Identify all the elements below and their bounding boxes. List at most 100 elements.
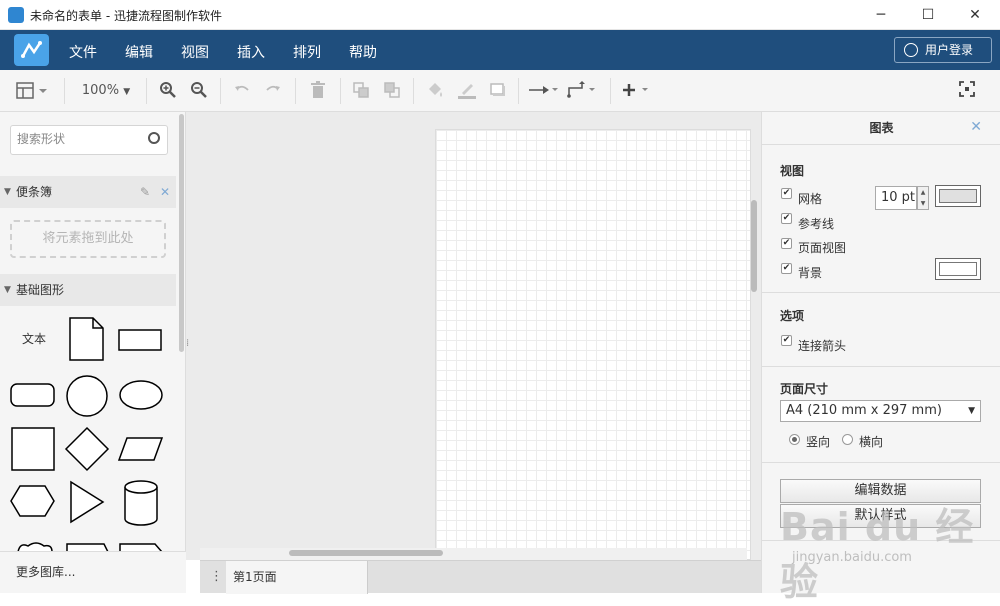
tab-page-1[interactable]: 第1页面 [226, 561, 368, 594]
background-checkbox[interactable]: ✔ [781, 263, 792, 274]
to-back-icon[interactable] [382, 81, 402, 101]
panel-divider [762, 292, 1000, 293]
shape-rectangle[interactable] [117, 328, 165, 352]
fill-color-icon[interactable] [425, 81, 445, 101]
panel-divider [762, 144, 1000, 145]
shapes-panel-scrollbar[interactable] [179, 114, 184, 352]
page-size-select[interactable]: A4 (210 mm x 297 mm) ▼ [780, 400, 981, 422]
shape-square[interactable] [9, 426, 57, 472]
connection-arrows-checkbox[interactable]: ✔ [781, 335, 792, 346]
close-icon[interactable]: ✕ [970, 119, 982, 135]
logo-icon [21, 41, 42, 58]
menu-bar: 文件 编辑 视图 插入 排列 帮助 用户登录 [0, 30, 1000, 70]
search-icon[interactable] [148, 132, 160, 144]
basic-shapes-header[interactable]: ▼ 基础图形 [0, 274, 176, 306]
window-title: 未命名的表单 - 迅捷流程图制作软件 [30, 9, 222, 23]
shapes-panel: ▼ 便条簿 ✎ ✕ 将元素拖到此处 ▼ 基础图形 文本 更多图库... [0, 112, 186, 593]
page-tabs-bar: ⋮ 第1页面 [200, 560, 761, 594]
canvas-horizontal-scrollbar[interactable] [289, 550, 443, 556]
undo-icon[interactable] [232, 81, 252, 101]
canvas-vertical-scrollbar[interactable] [751, 200, 757, 292]
guides-checkbox[interactable]: ✔ [781, 213, 792, 224]
menu-edit[interactable]: 编辑 [125, 42, 153, 62]
shape-circle[interactable] [64, 373, 110, 419]
caret-down-icon: ▼ [4, 187, 11, 197]
page-view-label: 页面视图 [798, 241, 847, 255]
user-login-button[interactable]: 用户登录 [894, 37, 992, 63]
panel-splitter-handle[interactable]: ⁞ [186, 338, 194, 358]
grid-checkbox[interactable]: ✔ [781, 188, 792, 199]
line-color-icon[interactable] [456, 81, 478, 101]
view-section-label: 视图 [780, 164, 805, 178]
caret-down-icon: ▼ [4, 285, 11, 295]
zoom-value: 100% [81, 83, 120, 98]
menu-file[interactable]: 文件 [69, 42, 97, 62]
landscape-radio[interactable] [842, 434, 853, 445]
shadow-icon[interactable] [488, 81, 508, 101]
panel-divider [762, 462, 1000, 463]
maximize-button[interactable]: ☐ [905, 0, 951, 30]
shape-search[interactable] [10, 125, 168, 155]
waypoint-icon[interactable] [567, 81, 599, 101]
pencil-icon[interactable]: ✎ [140, 176, 150, 208]
toolbar-divider [220, 78, 221, 104]
app-logo[interactable] [14, 34, 49, 66]
format-panel-title: 图表 [869, 121, 894, 135]
toolbar-divider [295, 78, 296, 104]
shape-cylinder[interactable] [122, 479, 160, 527]
diagram-page[interactable] [435, 129, 751, 560]
insert-icon[interactable] [620, 81, 654, 101]
page-size-section-label: 页面尺寸 [780, 382, 829, 396]
grid-size-input[interactable]: 10 pt [875, 186, 917, 210]
landscape-label: 横向 [859, 435, 884, 449]
menu-view[interactable]: 视图 [181, 42, 209, 62]
connection-icon[interactable] [528, 81, 560, 101]
menu-insert[interactable]: 插入 [237, 42, 265, 62]
toolbar-divider [340, 78, 341, 104]
background-label: 背景 [798, 266, 823, 280]
panel-divider [762, 366, 1000, 367]
toolbar: 100% ▼ [0, 70, 1000, 112]
shape-text[interactable]: 文本 [14, 322, 54, 362]
zoom-select[interactable]: 100% ▼ [78, 81, 134, 101]
connection-arrows-label: 连接箭头 [798, 339, 847, 353]
page-menu-icon[interactable]: ⋮ [210, 569, 223, 584]
zoom-in-icon[interactable] [158, 81, 178, 101]
close-window-button[interactable]: ✕ [952, 0, 998, 30]
menu-help[interactable]: 帮助 [349, 42, 377, 62]
grid-size-spinner[interactable]: ▲ ▼ [917, 186, 929, 210]
page-layout-icon[interactable] [14, 81, 50, 101]
to-front-icon[interactable] [351, 81, 371, 101]
shape-diamond[interactable] [64, 426, 110, 472]
background-color-swatch[interactable] [935, 258, 981, 280]
search-input[interactable] [17, 132, 147, 146]
app-icon [8, 7, 24, 23]
diagram-canvas[interactable] [186, 112, 761, 560]
options-section-label: 选项 [780, 309, 805, 323]
shape-parallelogram[interactable] [117, 436, 165, 462]
toolbar-divider [610, 78, 611, 104]
grid-label: 网格 [798, 192, 823, 206]
watermark-url: jingyan.baidu.com [792, 550, 912, 565]
minimize-button[interactable]: ─ [858, 0, 904, 30]
portrait-radio[interactable] [789, 434, 800, 445]
zoom-out-icon[interactable] [189, 81, 209, 101]
close-icon[interactable]: ✕ [160, 176, 170, 208]
menu-arrange[interactable]: 排列 [293, 42, 321, 62]
shape-document[interactable] [67, 316, 107, 362]
scratchpad-drop-zone[interactable]: 将元素拖到此处 [10, 220, 166, 258]
redo-icon[interactable] [263, 81, 283, 101]
window-titlebar: 未命名的表单 - 迅捷流程图制作软件 ─ ☐ ✕ [0, 0, 1000, 30]
page-view-checkbox[interactable]: ✔ [781, 238, 792, 249]
shape-ellipse[interactable] [117, 378, 165, 412]
fullscreen-icon[interactable] [958, 81, 976, 101]
portrait-label: 竖向 [806, 435, 831, 449]
scratchpad-header[interactable]: ▼ 便条簿 ✎ ✕ [0, 176, 176, 208]
shape-rounded-rectangle[interactable] [9, 382, 57, 408]
shape-hexagon[interactable] [9, 484, 57, 518]
more-libraries-link[interactable]: 更多图库... [0, 551, 186, 593]
shape-triangle[interactable] [68, 480, 108, 526]
toolbar-divider [413, 78, 414, 104]
delete-icon[interactable] [308, 81, 328, 101]
grid-color-swatch[interactable] [935, 185, 981, 207]
